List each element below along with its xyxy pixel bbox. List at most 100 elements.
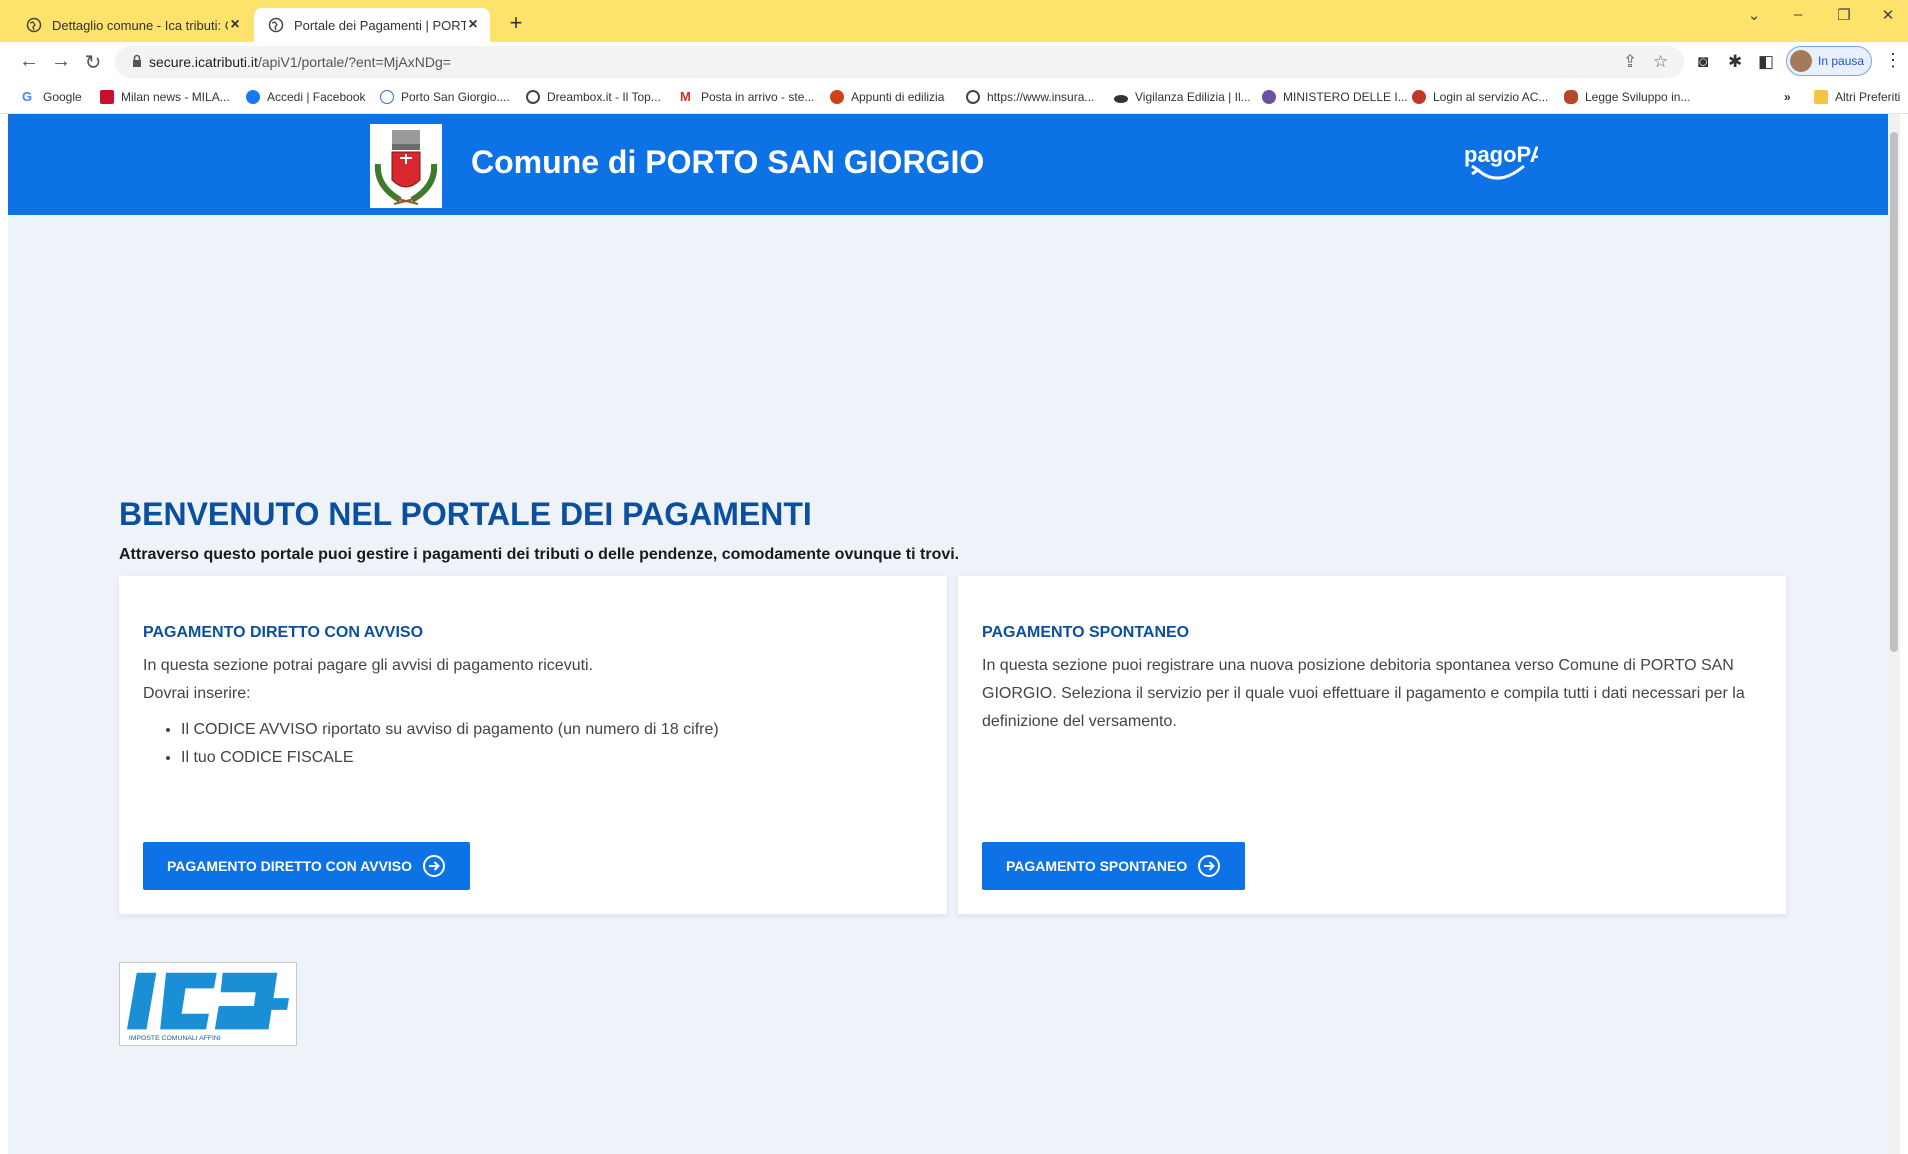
bookmarks-bar: G Google Milan news - MILA... Accedi | F… [0,82,1908,114]
card-pagamento-diretto: PAGAMENTO DIRETTO CON AVVISO In questa s… [119,576,947,914]
bookmark-label: Dreambox.it - Il Top... [547,90,661,104]
profile-button[interactable]: In pausa [1786,46,1872,76]
share-icon[interactable]: ⇪ [1623,52,1637,72]
globe-icon [966,90,980,104]
forward-icon[interactable]: → [48,50,74,73]
bookmark-label: https://www.insura... [987,90,1095,104]
card-title: PAGAMENTO SPONTANEO [982,624,1190,641]
card-text: Dovrai inserire: [143,685,251,702]
ica-logo[interactable]: IMPOSTE COMUNALI AFFINI [119,962,297,1046]
pagopa-logo-text: pagoPA [1464,142,1538,167]
page-title: Comune di PORTO SAN GIORGIO [471,144,985,180]
tab-title: Portale dei Pagamenti | PORTO S [294,17,466,33]
bookmark-label: Milan news - MILA... [121,90,230,104]
new-tab-button[interactable]: + [504,10,528,36]
close-icon[interactable]: × [466,16,480,34]
bookmark-label: Altri Preferiti [1835,90,1901,104]
bookmark-insura[interactable]: https://www.insura... [966,90,1094,104]
bookmark-legge-sviluppo[interactable]: Legge Sviluppo in... [1564,90,1690,104]
button-label: PAGAMENTO DIRETTO CON AVVISO [167,858,413,874]
close-icon[interactable]: × [228,16,242,34]
close-window-icon[interactable]: ✕ [1874,6,1902,24]
bookmark-star-icon[interactable]: ☆ [1653,52,1668,72]
porto-san-giorgio-icon [380,90,394,104]
lock-icon [133,54,141,67]
pagamento-diretto-button[interactable]: PAGAMENTO DIRETTO CON AVVISO [143,842,471,890]
login-icon [1412,90,1426,104]
bookmark-vigilanza-edilizia[interactable]: Vigilanza Edilizia | Il... [1114,90,1251,104]
bookmark-login-ac[interactable]: Login al servizio AC... [1412,90,1548,104]
url-text: secure.icatributi.it/apiV1/portale/?ent=… [149,54,451,70]
globe-icon [26,17,42,33]
card-pagamento-spontaneo: PAGAMENTO SPONTANEO In questa sezione pu… [958,576,1786,914]
address-bar[interactable]: secure.icatributi.it/apiV1/portale/?ent=… [115,46,1684,78]
url-host: secure.icatributi.it [149,54,258,70]
bookmark-label: Vigilanza Edilizia | Il... [1135,90,1251,104]
bookmark-label: Login al servizio AC... [1433,90,1549,104]
card-title: PAGAMENTO DIRETTO CON AVVISO [143,624,424,641]
profile-label: In pausa [1818,54,1865,68]
bookmark-dreambox[interactable]: Dreambox.it - Il Top... [526,90,661,104]
bookmark-milan-news[interactable]: Milan news - MILA... [100,90,230,104]
bookmark-label: Appunti di edilizia [851,90,945,104]
bookmark-google[interactable]: G Google [22,89,82,105]
list-item: Il CODICE AVVISO riportato su avviso di … [181,716,923,744]
menu-icon[interactable]: ⋮ [1884,50,1902,71]
bookmark-label: Posta in arrivo - ste... [701,90,815,104]
bookmark-label: Accedi | Facebook [267,90,366,104]
bookmark-other-folder[interactable]: Altri Preferiti [1814,90,1900,104]
welcome-subheading: Attraverso questo portale puoi gestire i… [119,546,960,563]
tab-title: Dettaglio comune - Ica tributi: C [52,17,228,33]
vigilanza-icon [1114,94,1128,103]
scrollbar-thumb[interactable] [1890,132,1898,652]
page-content: Comune di PORTO SAN GIORGIO pagoPA BENVE… [8,114,1896,1154]
tab-search-icon[interactable]: ⌄ [1740,6,1768,24]
bookmark-label: Porto San Giorgio.... [401,90,510,104]
reload-icon[interactable]: ↻ [80,50,106,75]
bookmark-label: Google [43,90,82,104]
extension-icon[interactable]: ◙ [1698,52,1708,72]
bookmark-appunti-edilizia[interactable]: Appunti di edilizia [830,90,944,104]
list-item: Il tuo CODICE FISCALE [181,744,923,772]
page-scrollbar[interactable] [1888,114,1900,1154]
card-text: In questa sezione puoi registrare una nu… [982,657,1745,730]
pagamento-spontaneo-button[interactable]: PAGAMENTO SPONTANEO [982,842,1246,890]
bookmark-gmail[interactable]: M Posta in arrivo - ste... [680,89,815,105]
browser-tab-bar: Dettaglio comune - Ica tributi: C × Port… [0,0,1908,42]
appunti-icon [830,90,844,104]
side-panel-icon[interactable]: ◧ [1758,52,1774,72]
site-header: Comune di PORTO SAN GIORGIO pagoPA [8,114,1896,215]
back-icon[interactable]: ← [16,50,42,73]
logo-caption: IMPOSTE COMUNALI AFFINI [129,1035,221,1042]
avatar [1790,50,1812,72]
facebook-icon [246,90,260,104]
globe-icon [268,17,284,33]
pagopa-logo-icon[interactable]: pagoPA [1458,136,1538,190]
tab-dettaglio-comune[interactable]: Dettaglio comune - Ica tributi: C × [12,8,252,42]
ministero-icon [1262,90,1276,104]
folder-icon [1814,90,1828,104]
restore-icon[interactable]: ❐ [1830,6,1858,24]
bookmark-label: Legge Sviluppo in... [1585,90,1691,104]
bookmark-ministero[interactable]: MINISTERO DELLE I... [1262,90,1408,104]
arrow-right-circle-icon [423,855,446,877]
google-icon: G [22,89,33,104]
puzzle-icon[interactable]: ✱ [1728,52,1742,72]
bookmarks-overflow-button[interactable]: » [1784,90,1791,104]
bookmark-facebook[interactable]: Accedi | Facebook [246,90,366,104]
url-path: /apiV1/portale/?ent=MjAxNDg= [257,54,451,70]
municipal-crest-icon [370,124,442,208]
legge-icon [1564,90,1578,104]
milan-news-icon [100,90,114,104]
welcome-heading: BENVENUTO NEL PORTALE DEI PAGAMENTI [119,496,812,532]
minimize-icon[interactable]: – [1784,6,1812,23]
bookmark-label: MINISTERO DELLE I... [1283,90,1408,104]
globe-icon [526,90,540,104]
bookmark-porto-san-giorgio[interactable]: Porto San Giorgio.... [380,90,510,104]
gmail-icon: M [680,89,691,104]
card-text: In questa sezione potrai pagare gli avvi… [143,657,594,674]
browser-toolbar: ← → ↻ secure.icatributi.it/apiV1/portale… [0,42,1908,82]
button-label: PAGAMENTO SPONTANEO [1006,858,1188,874]
arrow-right-circle-icon [1198,855,1221,877]
tab-portale-pagamenti[interactable]: Portale dei Pagamenti | PORTO S × [254,8,490,42]
